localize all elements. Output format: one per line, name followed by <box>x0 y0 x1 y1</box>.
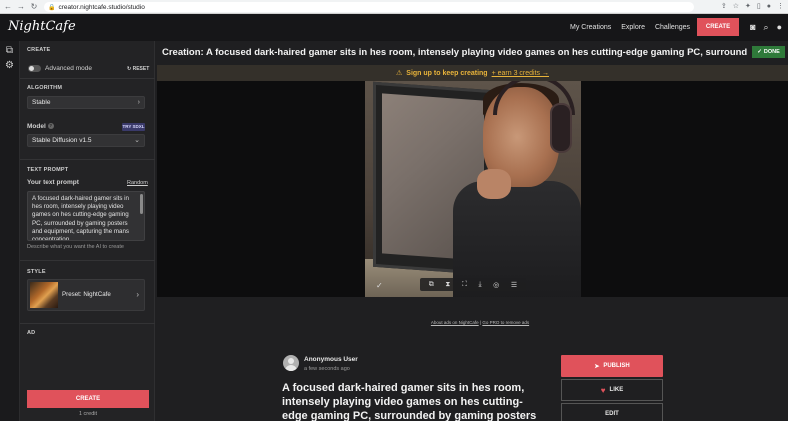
model-label-row: Model? <box>27 123 54 130</box>
divider <box>20 78 155 79</box>
advanced-mode-toggle[interactable] <box>28 65 41 72</box>
advanced-mode-label: Advanced mode <box>45 65 92 72</box>
share-icon[interactable]: ⇪ <box>721 2 727 12</box>
style-value: Preset: NightCafe <box>62 291 111 298</box>
divider <box>20 260 155 261</box>
try-sdxl-badge[interactable]: TRY SDXL <box>122 123 145 131</box>
help-icon[interactable]: ? <box>47 123 54 130</box>
header-create-button[interactable]: CREATE <box>697 18 739 36</box>
random-prompt-link[interactable]: Random <box>127 180 148 186</box>
avatar[interactable] <box>283 355 299 371</box>
user-icon[interactable]: ● <box>777 22 782 32</box>
edit-button[interactable]: EDIT <box>561 403 663 421</box>
create-sidebar: CREATE Advanced mode ↻ RESET ALGORITHM S… <box>20 41 155 421</box>
model-value: Stable Diffusion v1.5 <box>32 137 92 144</box>
discord-icon[interactable]: ◙ <box>750 22 755 32</box>
algorithm-value: Stable <box>32 99 51 106</box>
model-select[interactable]: Stable Diffusion v1.5 ⌄ <box>27 134 145 147</box>
hourglass-icon[interactable]: ⧗ <box>445 281 450 289</box>
sidebar-section-title: CREATE <box>27 47 51 53</box>
sidepanel-icon[interactable]: ▯ <box>757 2 761 12</box>
nav-challenges[interactable]: Challenges <box>655 24 690 31</box>
generated-image[interactable] <box>365 81 581 297</box>
prompt-scrollbar[interactable] <box>140 194 143 214</box>
sidebar-create-button[interactable]: CREATE <box>27 390 149 408</box>
send-icon: ➤ <box>594 363 600 370</box>
forward-arrow-icon[interactable]: → <box>16 2 26 12</box>
signup-text: Sign up to keep creating <box>406 69 488 77</box>
signup-banner[interactable]: ⚠ Sign up to keep creating + earn 3 cred… <box>157 65 788 81</box>
algorithm-label: ALGORITHM <box>27 85 63 91</box>
style-label: STYLE <box>27 269 46 275</box>
lock-icon: 🔒 <box>48 4 56 11</box>
prompt-text: A focused dark-haired gamer sits in hes … <box>32 195 129 241</box>
done-button[interactable]: ✓ DONE <box>752 46 785 58</box>
style-thumbnail <box>30 282 58 308</box>
app-header: NightCafe My Creations Explore Challenge… <box>0 14 788 41</box>
fullscreen-icon[interactable]: ⛶ <box>462 281 467 289</box>
warning-icon: ⚠ <box>396 70 403 77</box>
like-label: LIKE <box>609 387 624 393</box>
copy-icon[interactable]: ⧉ <box>429 281 434 289</box>
prompt-heading: A focused dark-haired gamer sits in hes … <box>282 382 537 421</box>
address-bar[interactable]: 🔒 creator.nightcafe.studio/studio <box>44 2 694 15</box>
credit-cost: 1 credit <box>78 411 98 417</box>
like-button[interactable]: ♥ LIKE <box>561 379 663 401</box>
chevron-down-icon: ⌄ <box>134 137 140 144</box>
url-text: creator.nightcafe.studio/studio <box>58 3 145 11</box>
prompt-textarea[interactable]: A focused dark-haired gamer sits in hes … <box>27 191 145 241</box>
chevron-right-icon: › <box>136 290 139 299</box>
style-preset-card[interactable]: Preset: NightCafe › <box>27 279 145 311</box>
browser-toolbar: ← → ↻ 🔒 creator.nightcafe.studio/studio … <box>0 0 788 15</box>
settings-gear-icon[interactable]: ⚙ <box>0 60 19 71</box>
reset-label: RESET <box>132 66 150 72</box>
image-headphone <box>550 103 572 153</box>
done-label: DONE <box>763 49 780 55</box>
algorithm-select[interactable]: Stable › <box>27 96 145 109</box>
create-panel-icon[interactable]: ⧉ <box>0 45 19 56</box>
publish-button[interactable]: ➤ PUBLISH <box>561 355 663 377</box>
nightcafe-logo[interactable]: NightCafe <box>8 19 76 34</box>
divider <box>20 323 155 324</box>
browser-extension-icons: ⇪ ☆ ✦ ▯ ● ⋮ <box>721 2 784 12</box>
about-ads-link[interactable]: About ads on NightCafe <box>431 320 479 325</box>
list-icon[interactable]: ☰ <box>511 281 517 289</box>
left-icon-rail: ⧉ ⚙ <box>0 41 20 421</box>
your-prompt-label: Your text prompt <box>27 179 79 186</box>
reload-icon[interactable]: ↻ <box>29 2 39 12</box>
divider <box>20 159 155 160</box>
extension-icon[interactable]: ✦ <box>745 2 751 12</box>
image-toolbar: ⧉ ⧗ ⛶ ⤓ ◎ ☰ <box>420 278 526 291</box>
nav-explore[interactable]: Explore <box>621 24 645 31</box>
model-label: Model <box>27 123 46 130</box>
ad-label: AD <box>27 330 36 336</box>
check-mark-icon[interactable]: ✓ <box>376 281 383 290</box>
prompt-hint: Describe what you want the AI to create <box>27 244 124 250</box>
download-icon[interactable]: ⤓ <box>478 281 481 289</box>
ads-note: About ads on NightCafe | Go PRO to remov… <box>390 320 570 325</box>
image-hand <box>477 169 511 199</box>
text-prompt-label: TEXT PROMPT <box>27 167 69 173</box>
search-icon[interactable]: ⌕ <box>764 22 769 32</box>
nav-my-creations[interactable]: My Creations <box>570 24 611 31</box>
go-pro-link[interactable]: Go PRO to remove ads <box>482 320 529 325</box>
reset-button[interactable]: ↻ RESET <box>127 66 149 72</box>
creation-time: a few seconds ago <box>304 366 350 372</box>
star-icon[interactable]: ☆ <box>733 2 739 12</box>
check-icon: ✓ <box>757 49 762 55</box>
back-arrow-icon[interactable]: ← <box>3 2 13 12</box>
menu-icon[interactable]: ⋮ <box>777 2 784 12</box>
top-nav: My Creations Explore Challenges <box>570 14 690 41</box>
author-name[interactable]: Anonymous User <box>304 356 358 363</box>
heart-icon: ♥ <box>600 385 606 395</box>
publish-label: PUBLISH <box>603 363 630 369</box>
enhance-icon[interactable]: ◎ <box>493 281 499 289</box>
page-title: Creation: A focused dark-haired gamer si… <box>162 47 747 58</box>
profile-icon[interactable]: ● <box>767 2 771 12</box>
chevron-right-icon: › <box>137 99 140 106</box>
header-icons: ◙ ⌕ ● <box>750 22 782 32</box>
earn-credits-link[interactable]: + earn 3 credits → <box>492 70 549 77</box>
